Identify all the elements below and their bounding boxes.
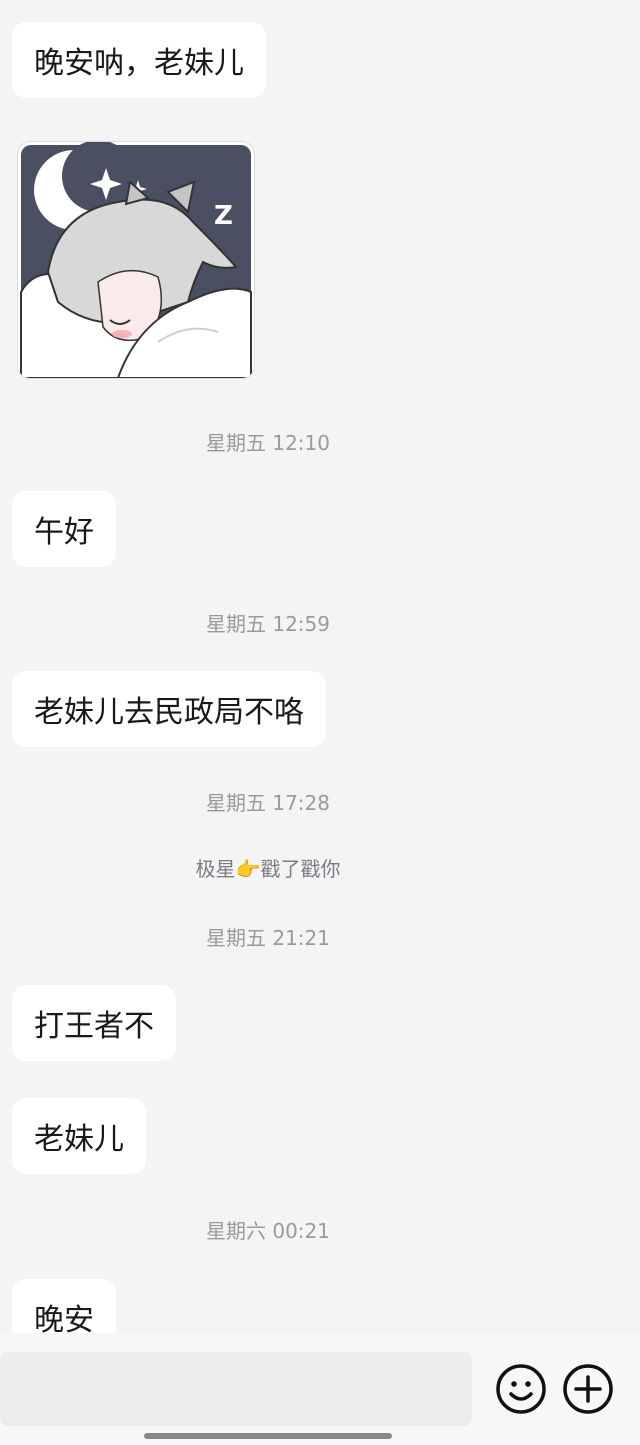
timestamp: 星期五 12:10 — [206, 431, 330, 455]
message-text: 午好 — [34, 515, 94, 550]
message-bubble[interactable]: 老妹儿 — [12, 1098, 146, 1174]
message-bubble[interactable]: 晚安 — [12, 1279, 116, 1333]
svg-text:Z: Z — [214, 201, 233, 231]
timestamp: 星期五 21:21 — [206, 926, 330, 950]
sticker-message[interactable]: Z — [18, 142, 254, 378]
message-text: 晚安 — [34, 1303, 94, 1333]
poke-notice: 极星👉戳了戳你 — [0, 853, 536, 882]
message-text: 老妹儿 — [34, 1122, 124, 1157]
timestamp: 星期五 17:28 — [206, 791, 330, 815]
timestamp: 星期五 12:59 — [206, 612, 330, 636]
input-bar — [0, 1333, 640, 1445]
message-input[interactable] — [0, 1352, 472, 1426]
more-button[interactable] — [562, 1363, 614, 1415]
emoji-button[interactable] — [495, 1363, 547, 1415]
poke-text: 戳了戳你 — [260, 857, 341, 881]
poke-sender-name[interactable]: 极星 — [196, 857, 236, 881]
message-bubble[interactable]: 打王者不 — [12, 985, 176, 1061]
message-bubble[interactable]: 午好 — [12, 491, 116, 567]
timestamp: 星期六 00:21 — [206, 1219, 330, 1243]
message-bubble[interactable]: 晚安呐，老妹儿 — [12, 22, 266, 98]
message-text: 老妹儿去民政局不咯 — [34, 695, 304, 730]
message-text: 晚安呐，老妹儿 — [34, 46, 244, 81]
message-text: 打王者不 — [34, 1009, 154, 1044]
chat-area: 晚安呐，老妹儿 Z 星期五 12:10 午好 星期五 12:59 老妹儿去民政局… — [0, 0, 640, 1333]
smiley-icon — [496, 1364, 546, 1414]
message-bubble[interactable]: 老妹儿去民政局不咯 — [12, 671, 326, 747]
home-indicator[interactable] — [144, 1433, 392, 1439]
pointing-finger-icon: 👉 — [235, 857, 261, 881]
plus-circle-icon — [563, 1364, 613, 1414]
